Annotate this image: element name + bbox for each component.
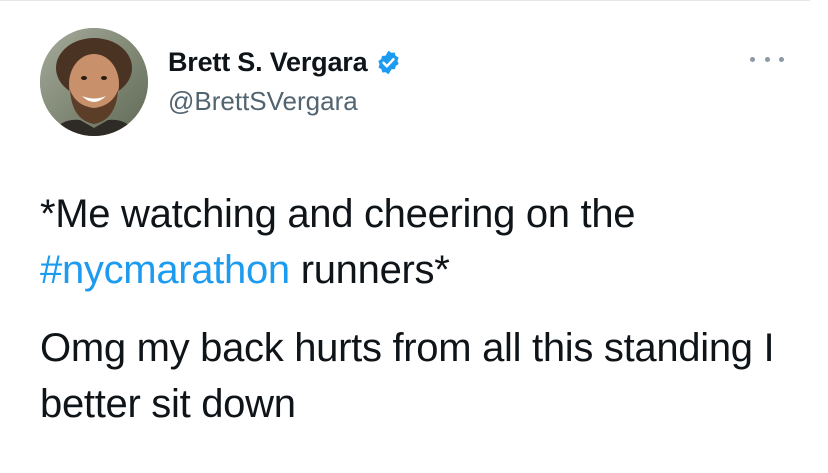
tweet-card[interactable]: Brett S. Vergara @BrettSVergara *Me watc… bbox=[0, 0, 810, 473]
hashtag-link[interactable]: #nycmarathon bbox=[40, 248, 290, 292]
avatar[interactable] bbox=[40, 28, 148, 136]
user-handle[interactable]: @BrettSVergara bbox=[168, 86, 358, 117]
tweet-paragraph-1: *Me watching and cheering on the #nycmara… bbox=[40, 186, 800, 298]
tweet-paragraph-2: Omg my back hurts from all this standing… bbox=[40, 326, 775, 426]
right-edge bbox=[810, 0, 828, 473]
verified-badge-icon bbox=[375, 49, 402, 76]
more-options-icon[interactable] bbox=[750, 52, 784, 66]
profile-photo-icon bbox=[40, 28, 148, 136]
tweet-body: *Me watching and cheering on the #nycmara… bbox=[40, 186, 800, 432]
tweet-line1-suffix: runners* bbox=[289, 248, 450, 292]
dot-icon bbox=[779, 56, 784, 62]
dot-icon bbox=[764, 56, 770, 62]
dot-icon bbox=[750, 56, 755, 62]
display-name[interactable]: Brett S. Vergara bbox=[168, 47, 368, 78]
tweet-line1-prefix: *Me watching and cheering on the bbox=[40, 192, 636, 236]
author-name-row: Brett S. Vergara bbox=[168, 44, 402, 80]
